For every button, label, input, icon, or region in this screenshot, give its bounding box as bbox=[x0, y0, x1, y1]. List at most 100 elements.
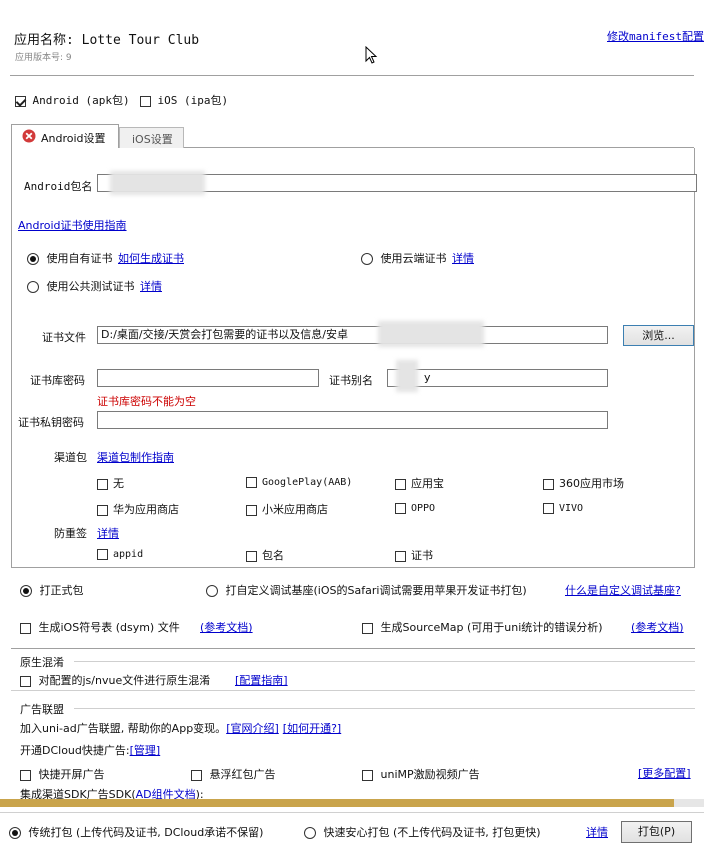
pack-button[interactable]: 打包(P) bbox=[621, 821, 692, 843]
private-key-input[interactable] bbox=[97, 411, 608, 429]
tab-strip-line bbox=[184, 147, 694, 148]
channel-yingyongbao[interactable]: 应用宝 bbox=[395, 475, 444, 491]
channel-googleplay[interactable]: GooglePlay(AAB) bbox=[246, 475, 352, 488]
sourcemap-doc-link[interactable]: (参考文档) bbox=[631, 619, 684, 635]
float-ad-checkbox[interactable]: 悬浮红包广告 bbox=[191, 766, 276, 782]
error-icon bbox=[22, 129, 36, 143]
radio-traditional-circle[interactable] bbox=[9, 827, 21, 839]
radio-safe-pack[interactable]: 快速安心打包 (不上传代码及证书, 打包更快) bbox=[304, 824, 541, 840]
tab-ios[interactable]: iOS设置 bbox=[119, 127, 184, 148]
anti-checkbox[interactable] bbox=[97, 548, 108, 560]
ads-intro-text: 加入uni-ad广告联盟, 帮助你的App变现。 bbox=[20, 722, 227, 735]
app-version: 应用版本号: 9 bbox=[15, 53, 72, 63]
anti-package[interactable]: 包名 bbox=[246, 547, 284, 563]
android-checkbox-box[interactable] bbox=[15, 95, 26, 107]
dcloud-ads-label: 开通DCloud快捷广告: bbox=[20, 744, 130, 757]
ads-official-intro-link[interactable]: [官网介绍] bbox=[226, 722, 279, 735]
radio-traditional-pack[interactable]: 传统打包 (上传代码及证书, DCloud承诺不保留) bbox=[9, 824, 263, 840]
tab-ios-label: iOS设置 bbox=[132, 133, 173, 146]
channel-checkbox[interactable] bbox=[97, 504, 108, 516]
radio-cloud-cert-circle[interactable] bbox=[361, 253, 373, 265]
radio-safe-circle[interactable] bbox=[304, 827, 316, 839]
custom-base-help-link[interactable]: 什么是自定义调试基座? bbox=[565, 582, 681, 598]
splash-ad-checkbox-box[interactable] bbox=[20, 769, 31, 781]
radio-traditional-label: 传统打包 (上传代码及证书, DCloud承诺不保留) bbox=[28, 826, 264, 839]
anti-checkbox[interactable] bbox=[246, 550, 257, 562]
splash-ad-checkbox[interactable]: 快捷开屏广告 bbox=[20, 766, 105, 782]
radio-cloud-cert[interactable]: 使用云端证书 详情 bbox=[361, 250, 474, 266]
reward-video-ad-checkbox[interactable]: uniMP激励视频广告 bbox=[362, 766, 480, 782]
anti-checkbox[interactable] bbox=[395, 550, 406, 562]
sourcemap-checkbox-box[interactable] bbox=[362, 622, 373, 634]
anti-resign-detail-link[interactable]: 详情 bbox=[97, 525, 119, 541]
channel-vivo[interactable]: VIVO bbox=[543, 501, 583, 514]
radio-custom-circle[interactable] bbox=[206, 585, 218, 597]
radio-own-cert-label: 使用自有证书 bbox=[46, 252, 113, 265]
public-cert-detail-link[interactable]: 详情 bbox=[140, 280, 162, 293]
channel-xiaomi[interactable]: 小米应用商店 bbox=[246, 501, 328, 517]
ios-checkbox-box[interactable] bbox=[140, 95, 151, 107]
redacted-package-mask bbox=[110, 171, 205, 195]
obfuscation-label: 对配置的js/nvue文件进行原生混淆 bbox=[38, 674, 211, 687]
radio-formal-circle[interactable] bbox=[20, 585, 32, 597]
channel-none[interactable]: 无 bbox=[97, 475, 124, 491]
anti-cert[interactable]: 证书 bbox=[395, 547, 433, 563]
dsym-checkbox-box[interactable] bbox=[20, 622, 31, 634]
channel-checkbox[interactable] bbox=[543, 478, 554, 490]
channel-huawei[interactable]: 华为应用商店 bbox=[97, 501, 179, 517]
channel-checkbox[interactable] bbox=[246, 476, 257, 488]
channel-checkbox[interactable] bbox=[543, 502, 554, 514]
cert-file-input[interactable]: D:/桌面/交接/天赏会打包需要的证书以及信息/安卓 bbox=[97, 326, 608, 344]
channel-360[interactable]: 360应用市场 bbox=[543, 475, 624, 491]
obfuscation-guide-link[interactable]: [配置指南] bbox=[235, 672, 288, 688]
ios-platform-checkbox[interactable]: iOS (ipa包) bbox=[140, 92, 228, 108]
keystore-password-input[interactable] bbox=[97, 369, 319, 387]
radio-formal-build[interactable]: 打正式包 bbox=[20, 582, 84, 598]
alias-input[interactable]: y bbox=[387, 369, 608, 387]
obfuscation-checkbox-box[interactable] bbox=[20, 675, 31, 687]
radio-cloud-cert-label: 使用云端证书 bbox=[380, 252, 447, 265]
how-generate-cert-link[interactable]: 如何生成证书 bbox=[118, 252, 184, 265]
obfuscation-top-line bbox=[11, 648, 695, 649]
dcloud-ads-manage-link[interactable]: [管理] bbox=[130, 744, 161, 757]
obfuscation-bottom-line bbox=[11, 690, 695, 691]
radio-public-cert-circle[interactable] bbox=[27, 281, 39, 293]
anti-option-label: 包名 bbox=[262, 549, 284, 562]
anti-appid[interactable]: appid bbox=[97, 547, 143, 560]
browse-button[interactable]: 浏览... bbox=[623, 325, 694, 346]
safe-pack-detail-link[interactable]: 详情 bbox=[586, 824, 608, 840]
radio-formal-label: 打正式包 bbox=[39, 584, 84, 597]
radio-public-cert[interactable]: 使用公共测试证书 详情 bbox=[27, 278, 162, 294]
dsym-label: 生成iOS符号表 (dsym) 文件 bbox=[38, 621, 180, 634]
channel-checkbox[interactable] bbox=[246, 504, 257, 516]
channel-guide-link[interactable]: 渠道包制作指南 bbox=[97, 449, 174, 465]
float-ad-label: 悬浮红包广告 bbox=[209, 768, 276, 781]
ios-platform-label: iOS (ipa包) bbox=[157, 94, 229, 107]
cert-guide-link[interactable]: Android证书使用指南 bbox=[18, 217, 127, 233]
obfuscation-checkbox[interactable]: 对配置的js/nvue文件进行原生混淆 bbox=[20, 672, 210, 688]
cloud-cert-detail-link[interactable]: 详情 bbox=[452, 252, 474, 265]
channel-oppo[interactable]: OPPO bbox=[395, 501, 435, 514]
channel-checkbox[interactable] bbox=[97, 478, 108, 490]
android-platform-checkbox[interactable]: Android (apk包) bbox=[15, 92, 130, 108]
ads-how-to-open-link[interactable]: [如何开通?] bbox=[283, 722, 341, 735]
edit-manifest-link[interactable]: 修改manifest配置 bbox=[607, 28, 704, 44]
radio-own-cert-circle[interactable] bbox=[27, 253, 39, 265]
radio-own-cert[interactable]: 使用自有证书 如何生成证书 bbox=[27, 250, 184, 266]
app-name: 应用名称: Lotte Tour Club bbox=[14, 33, 200, 48]
channel-checkbox[interactable] bbox=[395, 478, 406, 490]
channel-option-label: OPPO bbox=[411, 503, 436, 514]
reward-video-checkbox-box[interactable] bbox=[362, 769, 373, 781]
dsym-doc-link[interactable]: (参考文档) bbox=[200, 619, 253, 635]
ads-title: 广告联盟 bbox=[20, 703, 64, 716]
float-ad-checkbox-box[interactable] bbox=[191, 769, 202, 781]
tab-android[interactable]: Android设置 bbox=[11, 124, 119, 148]
horizontal-scrollbar-thumb[interactable] bbox=[0, 799, 674, 807]
radio-custom-base[interactable]: 打自定义调试基座(iOS的Safari调试需要用苹果开发证书打包) bbox=[206, 582, 527, 598]
channel-checkbox[interactable] bbox=[395, 502, 406, 514]
dsym-checkbox[interactable]: 生成iOS符号表 (dsym) 文件 bbox=[20, 619, 180, 635]
alias-label: 证书别名 bbox=[329, 374, 373, 387]
anti-option-label: 证书 bbox=[411, 549, 433, 562]
more-ads-config-link[interactable]: [更多配置] bbox=[638, 765, 691, 781]
sourcemap-checkbox[interactable]: 生成SourceMap (可用于uni统计的错误分析) bbox=[362, 619, 603, 635]
